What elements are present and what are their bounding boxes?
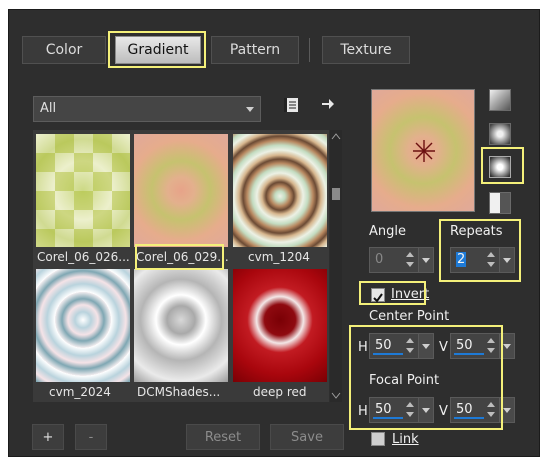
arrow-right-icon[interactable] (320, 96, 336, 112)
reset-button[interactable]: Reset (186, 424, 260, 450)
repeats-highlight (439, 219, 521, 282)
crosshair-icon[interactable] (412, 139, 436, 163)
tab-pattern[interactable]: Pattern (211, 36, 299, 64)
angle-stepper[interactable] (405, 251, 415, 269)
radial-style-highlight (481, 147, 524, 184)
chevron-down-icon (503, 408, 511, 413)
gradient-thumb-cvm-2024[interactable] (36, 269, 130, 382)
invert-highlight (359, 281, 426, 305)
save-button[interactable]: Save (270, 424, 344, 450)
linear-style-button[interactable] (489, 89, 511, 111)
library-icon[interactable] (282, 96, 300, 114)
gradient-filter-select[interactable]: All (33, 96, 261, 122)
chevron-down-icon (503, 344, 511, 349)
tab-color[interactable]: Color (22, 36, 106, 64)
gradient-label: Corel_06_026... (37, 250, 130, 264)
gradient-filter-value: All (40, 101, 57, 116)
gallery-scrollbar[interactable] (330, 130, 342, 402)
angle-input[interactable]: 0 (369, 247, 419, 273)
rectangular-style-button[interactable] (489, 123, 511, 145)
selected-gradient-label-highlight (135, 244, 224, 270)
angle-label: Angle (369, 224, 406, 239)
gradient-label: DCMShades... (137, 385, 221, 399)
tab-texture[interactable]: Texture (322, 36, 410, 64)
center-focal-highlight (349, 325, 503, 430)
sunburst-style-button[interactable] (489, 192, 511, 214)
link-checkbox[interactable] (371, 432, 385, 446)
remove-button[interactable]: - (75, 424, 107, 450)
gradient-thumb-dcmshades[interactable] (134, 269, 228, 382)
link-label: Link (392, 432, 419, 447)
gradient-thumb-deep-red[interactable] (233, 269, 327, 382)
gradient-preview[interactable] (371, 89, 475, 212)
chevron-down-icon (246, 107, 254, 112)
angle-dropdown-button[interactable] (418, 247, 434, 273)
gradient-tab-highlight (108, 31, 206, 68)
gradient-thumb-cvm-1204[interactable] (233, 134, 327, 247)
tab-separator (309, 38, 310, 62)
gradient-thumb-corel-06-026[interactable] (36, 134, 130, 247)
angle-value: 0 (375, 252, 384, 267)
center-point-label: Center Point (369, 309, 450, 324)
gradient-label: cvm_2024 (49, 385, 111, 399)
gradient-thumb-corel-06-029[interactable] (134, 134, 228, 247)
add-button[interactable]: + (32, 424, 64, 450)
chevron-down-icon (422, 258, 430, 263)
